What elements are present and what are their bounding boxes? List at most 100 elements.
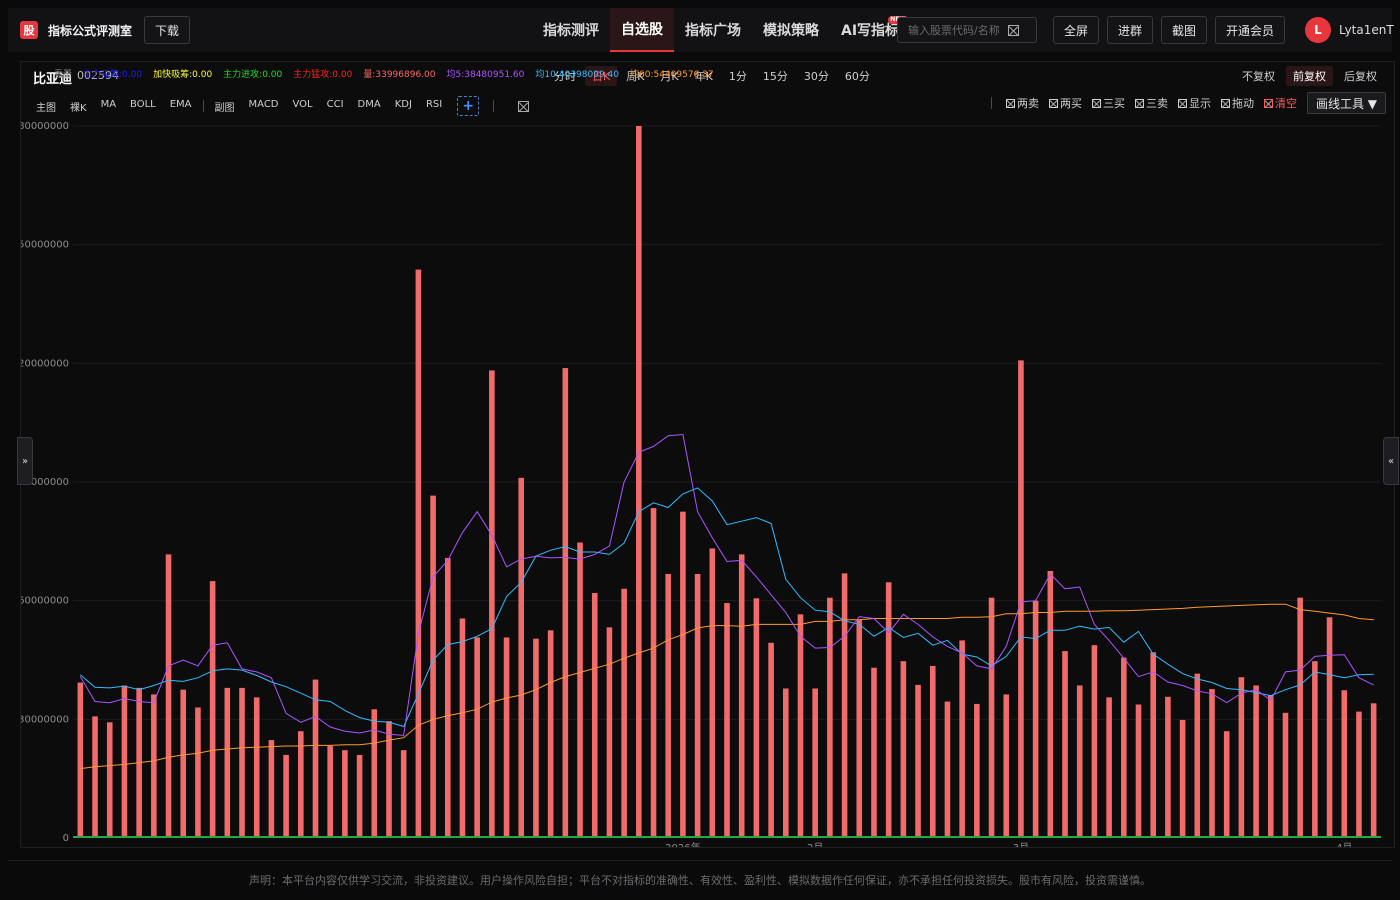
sub-indicator-tab[interactable]: CCI: [320, 99, 351, 114]
period-tab[interactable]: 1分: [722, 66, 754, 86]
volume-bar: [180, 689, 187, 838]
period-tab[interactable]: 15分: [756, 66, 795, 86]
legend-item: 看量: [54, 70, 73, 80]
main-indicator-tab[interactable]: 主图: [29, 99, 63, 114]
tool-toggle[interactable]: 两买: [1048, 95, 1082, 111]
main-indicator-tab[interactable]: BOLL: [123, 99, 163, 114]
adjustment-tab[interactable]: 前复权: [1286, 66, 1333, 86]
volume-bar: [1312, 661, 1318, 838]
volume-bar: [1003, 694, 1010, 838]
volume-bar: [797, 614, 804, 838]
sub-indicator-tab[interactable]: KDJ: [388, 99, 419, 114]
volume-bar: [709, 548, 716, 838]
expand-right-button[interactable]: «: [1383, 437, 1399, 485]
tool-toggle[interactable]: 三买: [1091, 95, 1125, 111]
main-nav: 指标测评 自选股 指标广场 模拟策略 AI写指标NEW: [532, 8, 910, 52]
tool-toggle[interactable]: 清空: [1263, 95, 1297, 111]
volume-bar: [871, 667, 877, 838]
sub-indicator-tab[interactable]: DMA: [351, 99, 388, 114]
checkbox-icon: [1091, 98, 1101, 108]
volume-bar: [591, 592, 598, 838]
tool-toggle[interactable]: 拖动: [1220, 95, 1254, 111]
remove-indicator-icon[interactable]: [518, 100, 530, 112]
volume-bar: [342, 750, 348, 838]
period-tab[interactable]: 30分: [797, 66, 836, 86]
volume-bar: [577, 542, 583, 838]
legend-item: 量:33996896.00: [363, 70, 436, 80]
volume-bar: [283, 754, 289, 838]
volume-bar: [621, 588, 627, 838]
add-indicator-button[interactable]: +: [457, 96, 480, 116]
volume-bar: [959, 640, 965, 838]
x-tick-label: 2026年: [665, 841, 700, 847]
nav-label: 指标广场: [685, 23, 741, 39]
chart-panel: 比亚迪 002594 分时 日K 周K 月K 年K 1分 15分 30分 60分 不复权 前复权后…: [20, 61, 1395, 848]
nav-item-sim-strategy[interactable]: 模拟策略: [752, 8, 830, 52]
nav-label: 指标测评: [543, 23, 599, 39]
volume-bar: [106, 722, 113, 838]
indicator-tabs: 主图 裸K MA BOLL EMA 副图 MACD VOL CCI DMA KDJ RSI +: [29, 96, 530, 116]
download-button[interactable]: 下载: [144, 16, 191, 44]
sub-indicator-tab[interactable]: VOL: [286, 99, 320, 114]
nav-item-evaluation[interactable]: 指标测评: [532, 8, 610, 52]
tool-toggle[interactable]: 显示: [1177, 95, 1211, 111]
sub-indicator-tab[interactable]: 副图: [208, 99, 242, 114]
sub-indicator-tab[interactable]: MACD: [242, 99, 286, 114]
sub-indicator-tab[interactable]: RSI: [419, 99, 449, 114]
checkbox-icon: [1048, 98, 1058, 108]
nav-item-indicator-square[interactable]: 指标广场: [674, 8, 752, 52]
search-clear-icon[interactable]: [1008, 24, 1019, 36]
indicator-toolbar: 主图 裸K MA BOLL EMA 副图 MACD VOL CCI DMA KDJ RSI + 两卖…: [21, 90, 1394, 116]
main-indicator-tab[interactable]: 裸K: [63, 99, 94, 114]
membership-button[interactable]: 开通会员: [1215, 16, 1286, 44]
volume-bar: [738, 554, 745, 838]
volume-bar: [356, 754, 363, 838]
nav-item-watchlist[interactable]: 自选股: [610, 8, 674, 52]
top-bar: 股 指标公式评测室 下载 指标测评 自选股 指标广场 模拟策略 AI写指标NEW…: [8, 8, 1394, 52]
volume-bar: [209, 581, 216, 838]
volume-bar: [386, 721, 392, 838]
volume-bar: [151, 694, 157, 838]
y-tick-label: 60000000: [21, 596, 69, 607]
avatar[interactable]: L: [1305, 17, 1331, 43]
volume-bar: [915, 684, 921, 838]
volume-bar: [988, 597, 995, 838]
fullscreen-button[interactable]: 全屏: [1053, 16, 1100, 44]
adjustment-tab[interactable]: 不复权: [1235, 66, 1282, 86]
join-group-button[interactable]: 进群: [1107, 16, 1154, 44]
chevron-left-icon: «: [1387, 455, 1395, 467]
username[interactable]: Lyta1enT: [1339, 23, 1394, 37]
period-tab[interactable]: 60分: [838, 66, 877, 86]
screenshot-button[interactable]: 截图: [1161, 16, 1208, 44]
volume-bar: [1238, 677, 1245, 838]
stock-search: [897, 17, 1037, 43]
volume-bar: [636, 126, 642, 838]
volume-bar: [1121, 657, 1127, 838]
tool-label: 拖动: [1231, 97, 1254, 110]
volume-bar: [1076, 685, 1083, 838]
volume-bar: [1267, 695, 1274, 838]
adjustment-tab[interactable]: 后复权: [1337, 66, 1384, 86]
chevron-right-icon: »: [21, 455, 29, 467]
checkbox-icon: [1263, 98, 1273, 108]
main-indicator-tab[interactable]: MA: [94, 99, 123, 114]
tool-toggle[interactable]: 两卖: [1005, 95, 1039, 111]
tool-label: 三卖: [1145, 97, 1168, 110]
legend-item: 加快吸筹:0.00: [153, 70, 213, 80]
volume-bar: [812, 688, 818, 838]
main-indicator-tab[interactable]: EMA: [163, 99, 199, 114]
tool-toggle[interactable]: 三卖: [1134, 95, 1168, 111]
volume-bar: [1194, 673, 1201, 838]
volume-bar: [856, 619, 863, 838]
y-tick-label: 80000000: [21, 121, 69, 132]
volume-bar: [1282, 712, 1289, 838]
expand-left-button[interactable]: »: [17, 437, 33, 485]
disclaimer: 声明：本平台内容仅供学习交流，非投资建议。用户操作风险自担；平台不对指标的准确性…: [249, 874, 1151, 887]
x-tick-label: 2月: [807, 842, 823, 847]
volume-bar: [430, 495, 436, 838]
drawing-tool-button[interactable]: 画线工具 ▼: [1306, 92, 1386, 114]
volume-bar: [165, 554, 172, 838]
volume-chart[interactable]: 0300000006000000000000002000000050000000…: [21, 118, 1394, 847]
stock-search-input[interactable]: [898, 23, 1008, 37]
tool-label: 三买: [1102, 97, 1125, 110]
